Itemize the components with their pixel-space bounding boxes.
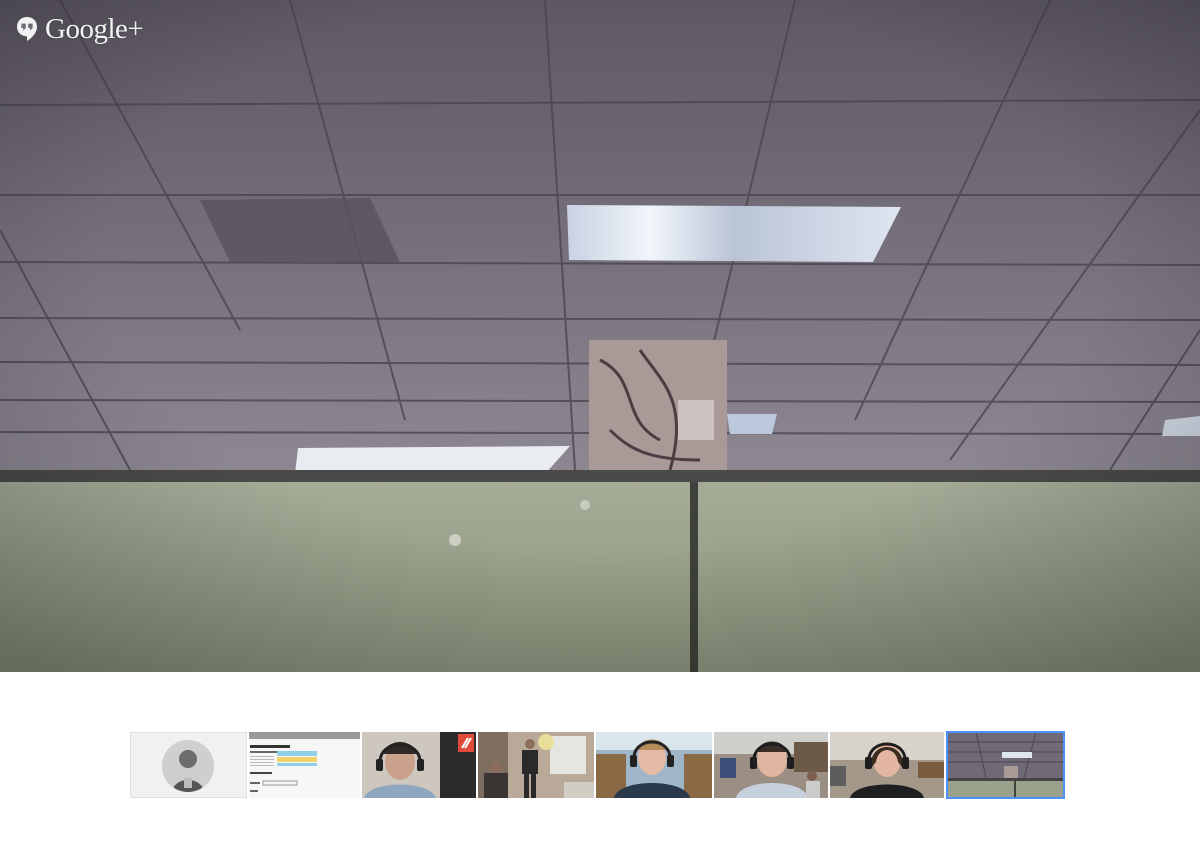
participant-headset-icon [830,732,944,798]
participant-headset-icon [714,732,828,798]
participant-thumb-avatar[interactable] [130,732,247,798]
main-video-image [0,0,1200,672]
google-plus-brand: Google+ [16,12,144,46]
participant-filmstrip [130,731,1066,799]
main-video-feed[interactable]: Google+ [0,0,1200,672]
shared-screen-icon [249,732,360,798]
participant-thumb-video[interactable] [596,732,712,798]
participant-thumb-video[interactable] [478,732,594,798]
participant-headset-icon [596,732,712,798]
participant-room-icon [478,732,594,798]
participant-thumb-active[interactable] [946,731,1065,799]
participant-headset-icon [362,732,476,798]
participant-thumb-screenshare[interactable] [249,732,360,798]
hangouts-icon [17,17,37,41]
brand-name: Google+ [45,12,144,45]
ceiling-camera-icon [946,732,1065,798]
participant-thumb-video[interactable] [830,732,944,798]
participant-thumb-video[interactable] [714,732,828,798]
profile-photo-icon [162,740,214,792]
participant-thumb-video[interactable] [362,732,476,798]
